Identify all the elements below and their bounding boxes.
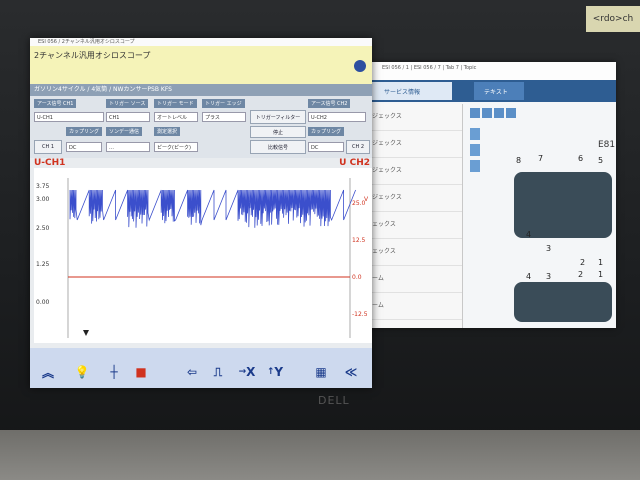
ch1-signal-select[interactable]: U-CH1	[34, 112, 104, 122]
pin-label: 6	[578, 154, 584, 163]
scope-banner-title: 2チャンネル汎用オシロスコープ	[34, 51, 151, 60]
ch1-button[interactable]: CH 1	[34, 140, 62, 154]
pin-label: 3	[546, 244, 552, 253]
scope-banner: 2チャンネル汎用オシロスコープ	[30, 46, 372, 84]
trigger-filter-button[interactable]: トリガーフィルター	[250, 110, 306, 124]
service-tab-bar: サービス情報 テキスト	[366, 80, 616, 102]
trigger-edge-select[interactable]: プラス	[202, 112, 246, 122]
left-tick: 3.00	[36, 196, 50, 203]
connector-label: E81	[598, 140, 616, 150]
pin-label: 4	[526, 230, 532, 239]
zoom-in-icon[interactable]	[470, 108, 480, 118]
tab-text[interactable]: テキスト	[474, 82, 524, 100]
diagram-toolbar	[470, 108, 516, 118]
list-item[interactable]: ジェックス	[366, 104, 462, 131]
sync-select[interactable]: …	[106, 142, 150, 152]
connector-image-bottom	[514, 282, 612, 322]
list-item[interactable]: ーム	[366, 266, 462, 293]
pin-label: 4	[526, 272, 532, 281]
pin-label: 5	[598, 156, 604, 165]
laptop-brand: DELL	[318, 394, 350, 407]
cursor-icon[interactable]: ┼	[100, 360, 128, 384]
ch1-trace	[69, 189, 356, 228]
fit-icon[interactable]	[494, 108, 504, 118]
right-unit: V	[364, 196, 369, 203]
waveform-plot[interactable]: 3.75 3.00 2.50 1.25 0.00 25.0 V 12.5 0.0…	[34, 168, 372, 343]
left-tick: 0.00	[36, 299, 50, 306]
trigger-source-label: トリガー ソース	[106, 99, 149, 108]
diagram-side-tools	[470, 128, 480, 172]
right-tick: -12.5	[352, 311, 368, 318]
list-item[interactable]: ェックス	[366, 212, 462, 239]
pin-label: 2	[580, 258, 586, 267]
trigger-mode-label: トリガー モード	[154, 99, 197, 108]
pin-label: 3	[546, 272, 552, 281]
x-cursor-button[interactable]: → X	[234, 360, 260, 384]
scroll-left-icon[interactable]: ≪	[338, 360, 364, 384]
zoom-out-icon[interactable]	[482, 108, 492, 118]
x-cursor-label: X	[246, 365, 256, 379]
pin-label: 2	[578, 270, 584, 279]
coupling2-label: カップリング	[308, 127, 345, 136]
list-item[interactable]: ジェックス	[366, 185, 462, 212]
trigger-edge-label: トリガー エッジ	[202, 99, 245, 108]
y-cursor-button[interactable]: ↑ Y	[262, 360, 288, 384]
scope-control-panel: アース信号 CH1 トリガー ソース トリガー モード トリガー エッジ アース…	[30, 96, 372, 158]
left-tick: 1.25	[36, 261, 50, 268]
sticky-note: <rdo>ch	[586, 6, 640, 32]
bulb-icon[interactable]: 💡	[70, 360, 94, 384]
measure-select[interactable]: ピーク(ピーク)	[154, 142, 198, 152]
left-tick: 2.50	[36, 225, 50, 232]
scroll-up-icon[interactable]: ︽	[36, 360, 60, 384]
measure-label: 測定選択	[154, 127, 181, 136]
service-left-list: ジェックス ジェックス ジェックス ジェックス ェックス ェックス ーム ーム	[366, 104, 463, 328]
service-window-title: ESI 056 / 1 | ESI 056 / 7 | Tab 7 | Topi…	[366, 62, 616, 80]
list-item[interactable]: ジェックス	[366, 158, 462, 185]
vehicle-header: ガソリン4サイクル / 4気筒 / NWカンサーPSB KFS	[30, 84, 372, 96]
compare-signal-button[interactable]: 比較信号	[250, 140, 306, 154]
scope-toolbar: ︽ 💡 ┼ ■ ⇦ ⎍ → X ↑ Y ▦ ≪	[30, 348, 372, 388]
pin-label: 7	[538, 154, 544, 163]
ch2-button[interactable]: CH 2	[346, 140, 370, 154]
pin-label: 8	[516, 156, 522, 165]
waveform-svg: 3.75 3.00 2.50 1.25 0.00 25.0 V 12.5 0.0…	[36, 178, 369, 338]
stop-icon[interactable]: ■	[130, 360, 152, 384]
pulse-icon[interactable]: ⎍	[206, 360, 230, 384]
rotate-icon[interactable]	[506, 108, 516, 118]
service-info-window: ESI 056 / 1 | ESI 056 / 7 | Tab 7 | Topi…	[366, 62, 616, 328]
coupling1-label: カップリング	[66, 127, 103, 136]
trigger-marker-icon	[83, 330, 89, 336]
sync-label: ソンデー通信	[106, 127, 143, 136]
oscilloscope-window: ESI 056 / 2チャンネル汎用オシロスコープ 2チャンネル汎用オシロスコー…	[30, 38, 372, 388]
desk-surface	[0, 430, 640, 480]
left-tick: 3.75	[36, 183, 50, 190]
trigger-source-select[interactable]: CH1	[106, 112, 150, 122]
pin-label: 1	[598, 270, 604, 279]
scope-window-title: ESI 056 / 2チャンネル汎用オシロスコープ	[30, 38, 372, 46]
list-item[interactable]: ーム	[366, 293, 462, 320]
list-item[interactable]: ジェックス	[366, 131, 462, 158]
tab-service-info[interactable]: サービス情報	[366, 82, 452, 100]
search-icon[interactable]	[470, 144, 480, 156]
ch1-label: U-CH1	[34, 158, 66, 168]
print-icon[interactable]	[470, 160, 480, 172]
ch2-signal-label: アース信号 CH2	[308, 99, 351, 108]
arrow-left-icon[interactable]: ⇦	[180, 360, 204, 384]
coupling1-select[interactable]: DC	[66, 142, 102, 152]
ch1-signal-label: アース信号 CH1	[34, 99, 77, 108]
status-dot-icon	[354, 60, 366, 72]
trigger-mode-select[interactable]: オートレベル	[154, 112, 198, 122]
list-item[interactable]: ェックス	[366, 239, 462, 266]
ch2-label: U CH2	[339, 158, 370, 168]
pan-icon[interactable]	[470, 128, 480, 140]
pin-label: 1	[598, 258, 604, 267]
save-icon[interactable]: ▦	[310, 360, 332, 384]
connector-image-top	[514, 172, 612, 238]
y-cursor-label: Y	[274, 365, 284, 379]
pause-button[interactable]: 停止	[250, 126, 306, 138]
ch2-signal-select[interactable]: U-CH2	[308, 112, 366, 122]
right-tick: 0.0	[352, 274, 362, 281]
coupling2-select[interactable]: DC	[308, 142, 344, 152]
right-tick: 12.5	[352, 237, 366, 244]
